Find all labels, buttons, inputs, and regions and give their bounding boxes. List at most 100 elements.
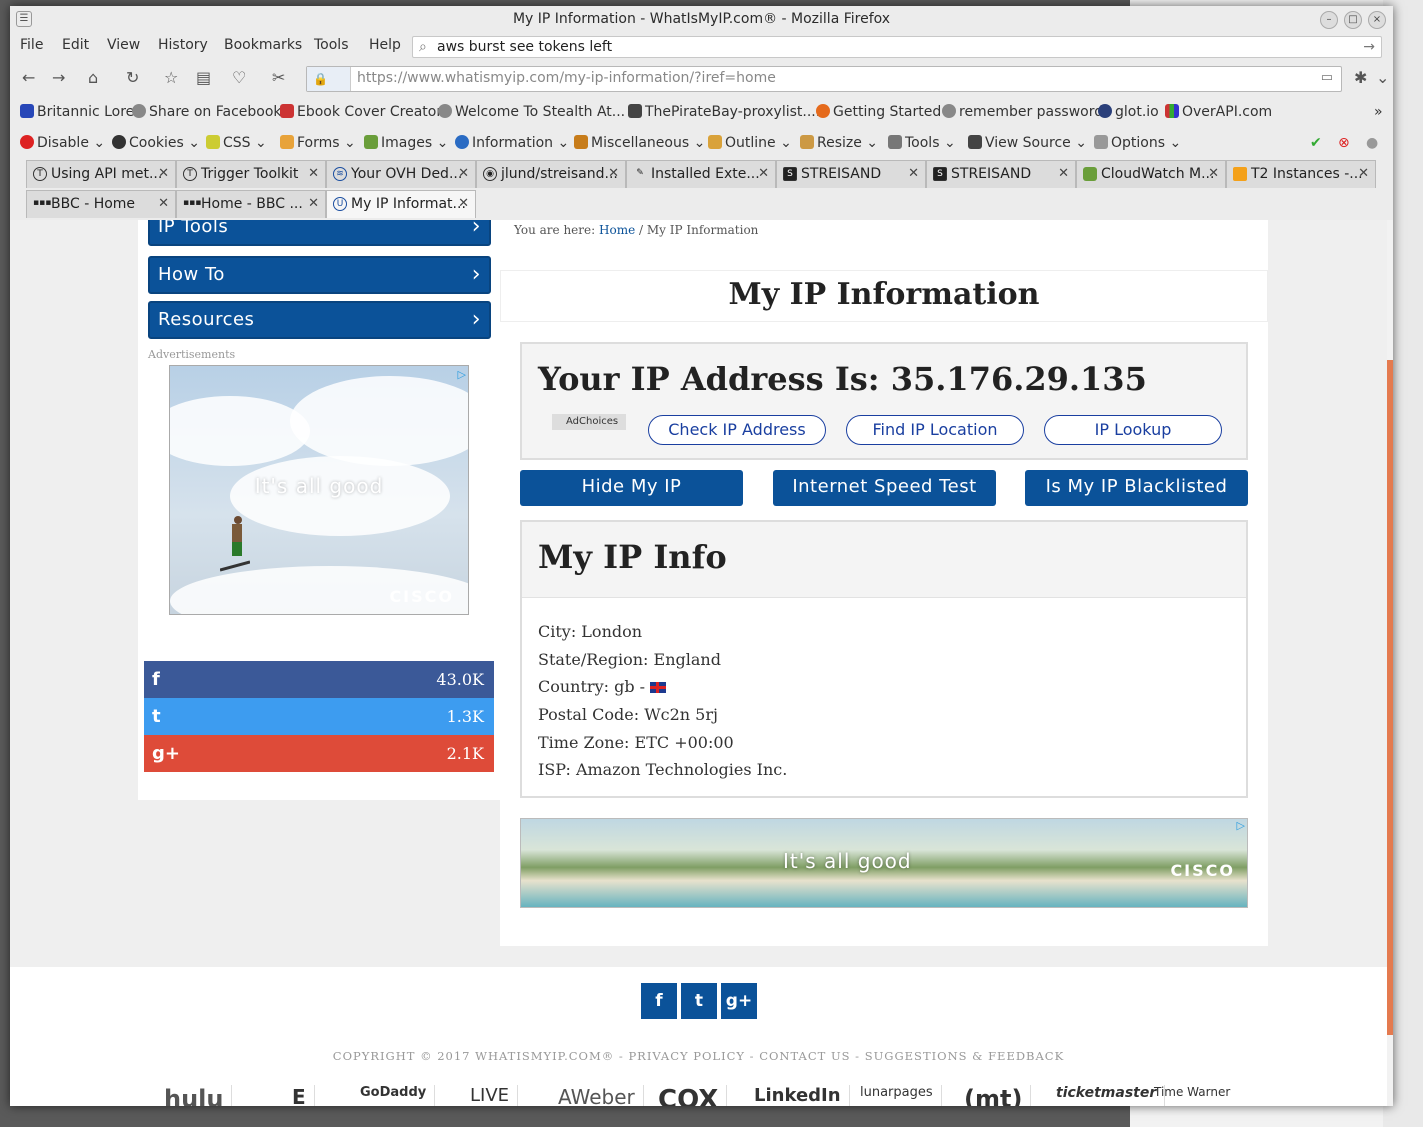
breadcrumb-home-link[interactable]: Home (599, 223, 635, 237)
tab-close-icon[interactable]: ✕ (158, 161, 169, 187)
tab[interactable]: ▪▪▪ BBC - Home ✕ (26, 190, 176, 218)
close-window-icon[interactable]: × (1368, 11, 1386, 29)
reading-list-icon[interactable]: ▤ (196, 68, 211, 87)
tab-active[interactable]: U My IP Informat... ✕ (326, 190, 476, 218)
menu-help[interactable]: Help (369, 37, 401, 53)
wd-forms[interactable]: Forms ⌄ (280, 135, 356, 151)
googleplus-share[interactable]: g+ 2.1K (144, 735, 494, 772)
internet-speed-test-button[interactable]: Internet Speed Test (773, 470, 996, 506)
tab[interactable]: ✎ Installed Exte... ✕ (626, 160, 776, 188)
search-input[interactable]: aws burst see tokens left (437, 39, 612, 55)
wd-view-source[interactable]: View Source ⌄ (968, 135, 1087, 151)
bookmark-item[interactable]: Ebook Cover Creator (280, 104, 442, 120)
wd-resize[interactable]: Resize ⌄ (800, 135, 878, 151)
bookmark-star-icon[interactable]: ☆ (164, 68, 178, 87)
wd-cookies[interactable]: Cookies ⌄ (112, 135, 200, 151)
sidebar-ip-tools-button[interactable]: IP Tools › (148, 220, 491, 246)
tab-favicon: S (783, 167, 797, 181)
menu-tools[interactable]: Tools (314, 37, 349, 53)
extension-icon[interactable]: ✱ (1354, 68, 1367, 87)
back-icon[interactable]: ← (22, 68, 35, 87)
facebook-share[interactable]: f 43.0K (144, 661, 494, 698)
tab-close-icon[interactable]: ✕ (758, 161, 769, 187)
tab-close-icon[interactable]: ✕ (1208, 161, 1219, 187)
bookmark-item[interactable]: Share on Facebook (132, 104, 282, 120)
pocket-icon[interactable]: ♡ (232, 68, 246, 87)
wd-information[interactable]: Information ⌄ (455, 135, 569, 151)
tab[interactable]: ◉ jlund/streisand... ✕ (476, 160, 626, 188)
hide-my-ip-button[interactable]: Hide My IP (520, 470, 743, 506)
menu-history[interactable]: History (158, 37, 208, 53)
bookmark-item[interactable]: glot.io (1098, 104, 1159, 120)
bookmark-item[interactable]: Welcome To Stealth At... (438, 104, 625, 120)
ip-lookup-button[interactable]: IP Lookup (1044, 415, 1222, 445)
error-icon[interactable]: ⊗ (1338, 135, 1350, 151)
footer-googleplus-icon[interactable]: g+ (721, 983, 757, 1019)
wd-outline[interactable]: Outline ⌄ (708, 135, 792, 151)
url-bar[interactable]: 🔒 https://www.whatismyip.com/my-ip-infor… (306, 66, 1342, 92)
bookmark-item[interactable]: Getting Started (816, 104, 941, 120)
menu-file[interactable]: File (20, 37, 43, 53)
sidebar-how-to-button[interactable]: How To › (148, 256, 491, 294)
checkmark-icon[interactable]: ✔ (1310, 135, 1322, 151)
wd-css[interactable]: CSS ⌄ (206, 135, 267, 151)
search-go-icon[interactable]: → (1363, 37, 1375, 57)
find-ip-location-button[interactable]: Find IP Location (846, 415, 1024, 445)
tab[interactable]: S STREISAND ✕ (776, 160, 926, 188)
cut-icon[interactable]: ✂ (272, 68, 285, 87)
tab-close-icon[interactable]: ✕ (458, 161, 469, 187)
bookmarks-overflow-icon[interactable]: » (1374, 104, 1383, 120)
footer-twitter-icon[interactable]: t (681, 983, 717, 1019)
wd-images[interactable]: Images ⌄ (364, 135, 448, 151)
scrollbar-thumb[interactable] (1387, 360, 1393, 1035)
minimize-icon[interactable]: – (1320, 11, 1338, 29)
bookmark-item[interactable]: ThePirateBay-proxylist.... (628, 104, 820, 120)
wd-tools[interactable]: Tools ⌄ (888, 135, 956, 151)
wd-options[interactable]: Options ⌄ (1094, 135, 1181, 151)
lock-icon[interactable]: 🔒 (307, 67, 351, 91)
adchoices-badge[interactable]: AdChoices (552, 414, 626, 430)
menu-edit[interactable]: Edit (62, 37, 89, 53)
forward-icon[interactable]: → (52, 68, 65, 87)
maximize-icon[interactable]: □ (1344, 11, 1362, 29)
tab-close-icon[interactable]: ✕ (1358, 161, 1369, 187)
tab[interactable]: T Using API met... ✕ (26, 160, 176, 188)
tab-close-icon[interactable]: ✕ (308, 191, 319, 217)
bookmark-item[interactable]: Britannic Lore (20, 104, 134, 120)
home-icon[interactable]: ⌂ (88, 68, 98, 87)
menu-view[interactable]: View (107, 37, 140, 53)
reader-view-icon[interactable]: ▭ (1321, 70, 1333, 85)
tab[interactable]: T2 Instances -... ✕ (1226, 160, 1376, 188)
reload-icon[interactable]: ↻ (126, 68, 139, 87)
tab-close-icon[interactable]: ✕ (458, 191, 469, 217)
is-my-ip-blacklisted-button[interactable]: Is My IP Blacklisted (1025, 470, 1248, 506)
tab-close-icon[interactable]: ✕ (608, 161, 619, 187)
tab[interactable]: ≋ Your OVH Ded... ✕ (326, 160, 476, 188)
wd-disable[interactable]: Disable ⌄ (20, 135, 105, 151)
banner-ad[interactable]: It's all good CISCO ▷ (520, 818, 1248, 908)
tab[interactable]: CloudWatch M... ✕ (1076, 160, 1226, 188)
tab[interactable]: ▪▪▪ Home - BBC ... ✕ (176, 190, 326, 218)
tab-close-icon[interactable]: ✕ (908, 161, 919, 187)
adchoices-icon[interactable]: ▷ (1237, 819, 1245, 832)
bookmark-item[interactable]: OverAPI.com (1165, 104, 1272, 120)
tab-close-icon[interactable]: ✕ (158, 191, 169, 217)
status-circle-icon[interactable]: ● (1366, 135, 1378, 151)
tab-close-icon[interactable]: ✕ (1058, 161, 1069, 187)
scrollbar[interactable] (1387, 220, 1393, 1106)
tab[interactable]: S STREISAND ✕ (926, 160, 1076, 188)
tab[interactable]: T Trigger Toolkit ✕ (176, 160, 326, 188)
footer-facebook-icon[interactable]: f (641, 983, 677, 1019)
sidebar-resources-button[interactable]: Resources › (148, 301, 491, 339)
adchoices-icon[interactable]: ▷ (458, 368, 466, 381)
check-ip-address-button[interactable]: Check IP Address (648, 415, 826, 445)
twitter-share[interactable]: t 1.3K (144, 698, 494, 735)
wd-misc[interactable]: Miscellaneous ⌄ (574, 135, 705, 151)
url-text[interactable]: https://www.whatismyip.com/my-ip-informa… (357, 70, 776, 86)
tab-close-icon[interactable]: ✕ (308, 161, 319, 187)
overflow-menu-icon[interactable]: ⌄ (1376, 68, 1389, 87)
bookmark-item[interactable]: remember password (942, 104, 1103, 120)
menu-bookmarks[interactable]: Bookmarks (224, 37, 302, 53)
sidebar-ad[interactable]: It's all good CISCO ▷ (169, 365, 469, 615)
search-bar[interactable]: ⌕ aws burst see tokens left → (412, 36, 1382, 58)
